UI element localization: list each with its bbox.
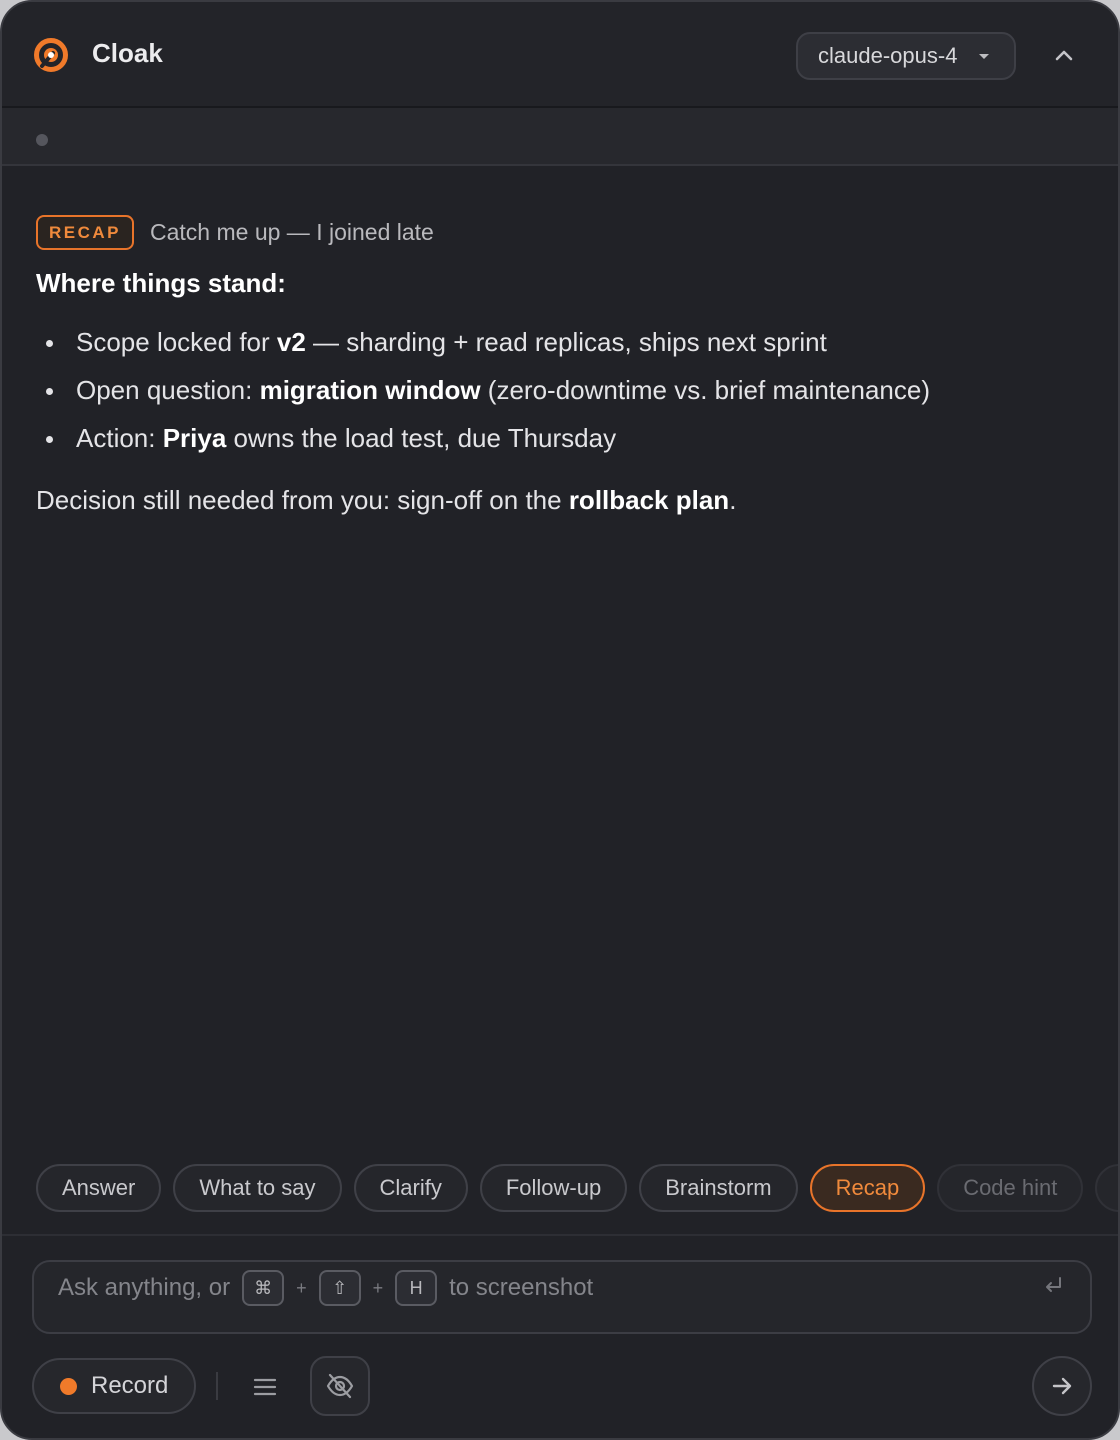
response-heading: Where things stand: <box>36 268 286 298</box>
divider <box>2 1234 1118 1236</box>
chip-brainstorm[interactable]: Brainstorm <box>639 1164 798 1212</box>
chevron-down-icon <box>979 54 989 59</box>
shift-key-icon: ⇧ <box>318 1270 361 1306</box>
cloak-window: Cloak claude-opus-4 RECAP Catch me up — … <box>0 0 1120 1440</box>
menu-icon[interactable] <box>252 1376 278 1398</box>
response-content: RECAP Catch me up — I joined late Where … <box>36 214 1078 516</box>
list-item: Scope locked for v2 — sharding + read re… <box>36 327 1078 375</box>
chip-answer[interactable]: Answer <box>36 1164 162 1212</box>
quick-action-chips: Answer What to say Clarify Follow-up Bra… <box>36 1164 1118 1214</box>
chip-clarify[interactable]: Clarify <box>353 1164 468 1212</box>
chip-follow-up[interactable]: Follow-up <box>479 1164 628 1212</box>
model-select[interactable]: claude-opus-4 <box>796 32 1016 80</box>
cloak-logo-icon <box>34 38 68 72</box>
header: Cloak claude-opus-4 <box>2 2 1118 108</box>
decision-text: Decision still needed from you: sign-off… <box>36 485 737 515</box>
h-key: H <box>395 1270 438 1306</box>
list-item: Open question: migration window (zero-do… <box>36 375 1078 423</box>
record-button[interactable]: Record <box>32 1358 196 1414</box>
chip-overflow[interactable] <box>1095 1164 1118 1212</box>
chip-what-to-say[interactable]: What to say <box>173 1164 342 1212</box>
chip-recap[interactable]: Recap <box>809 1164 926 1212</box>
send-button[interactable] <box>1032 1356 1092 1416</box>
eye-off-icon <box>326 1373 354 1399</box>
input-placeholder: Ask anything, or ⌘ + ⇧ + H to screenshot <box>58 1270 593 1306</box>
toolbar-separator <box>216 1372 218 1400</box>
bullet-list: Scope locked for v2 — sharding + read re… <box>36 327 1078 471</box>
enter-icon <box>1046 1277 1061 1292</box>
status-strip <box>2 108 1118 166</box>
record-dot-icon <box>60 1377 77 1395</box>
list-item: Action: Priya owns the load test, due Th… <box>36 423 1078 471</box>
ask-input[interactable]: Ask anything, or ⌘ + ⇧ + H to screenshot <box>32 1260 1092 1334</box>
mode-badge: RECAP <box>36 214 135 250</box>
prompt-text: Catch me up — I joined late <box>150 218 434 245</box>
app-title: Cloak <box>92 38 163 68</box>
command-key-icon: ⌘ <box>242 1270 285 1306</box>
chevron-up-icon[interactable] <box>1048 40 1080 72</box>
chip-code-hint[interactable]: Code hint <box>937 1164 1084 1212</box>
record-label: Record <box>91 1372 169 1399</box>
arrow-right-icon <box>1052 1377 1072 1395</box>
status-dot <box>36 134 48 146</box>
hide-button[interactable] <box>310 1356 370 1416</box>
response-meta: RECAP Catch me up — I joined late <box>36 214 1078 250</box>
model-select-value: claude-opus-4 <box>818 43 958 68</box>
